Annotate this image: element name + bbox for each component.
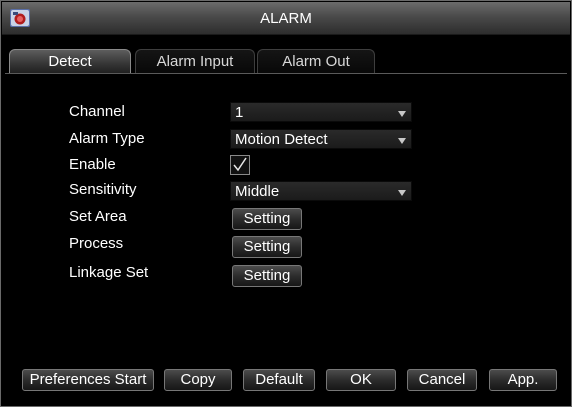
tab-strip: Detect Alarm Input Alarm Out: [5, 49, 567, 74]
channel-value: 1: [235, 104, 244, 121]
alarm-type-value: Motion Detect: [235, 131, 328, 148]
copy-button[interactable]: Copy: [164, 369, 232, 391]
chevron-down-icon: [398, 190, 406, 196]
channel-select[interactable]: 1: [230, 102, 412, 122]
checkmark-icon: [233, 157, 247, 172]
process-setting-button[interactable]: Setting: [232, 236, 302, 258]
window-title: ALARM: [260, 10, 312, 27]
tab-detect[interactable]: Detect: [9, 49, 131, 73]
tab-alarm-input[interactable]: Alarm Input: [135, 49, 255, 73]
ok-button[interactable]: OK: [326, 369, 396, 391]
enable-label: Enable: [69, 156, 116, 173]
process-label: Process: [69, 235, 124, 252]
alarm-window: ALARM Detect Alarm Input Alarm Out Chann…: [0, 0, 572, 407]
apply-button[interactable]: App.: [489, 369, 557, 391]
chevron-down-icon: [398, 138, 406, 144]
set-area-label: Set Area: [69, 208, 127, 225]
alarm-type-label: Alarm Type: [69, 130, 145, 147]
default-button[interactable]: Default: [243, 369, 315, 391]
preferences-start-button[interactable]: Preferences Start: [22, 369, 154, 391]
enable-checkbox[interactable]: [230, 155, 250, 175]
alarm-type-select[interactable]: Motion Detect: [230, 129, 412, 149]
cancel-button[interactable]: Cancel: [407, 369, 477, 391]
title-bar: ALARM: [2, 2, 570, 35]
chevron-down-icon: [398, 111, 406, 117]
channel-label: Channel: [69, 103, 125, 120]
set-area-setting-button[interactable]: Setting: [232, 208, 302, 230]
linkage-set-label: Linkage Set: [69, 264, 149, 281]
tab-alarm-out[interactable]: Alarm Out: [257, 49, 375, 73]
sensitivity-label: Sensitivity: [69, 181, 137, 198]
sensitivity-value: Middle: [235, 183, 280, 200]
linkage-set-setting-button[interactable]: Setting: [232, 265, 302, 287]
sensitivity-select[interactable]: Middle: [230, 181, 412, 201]
